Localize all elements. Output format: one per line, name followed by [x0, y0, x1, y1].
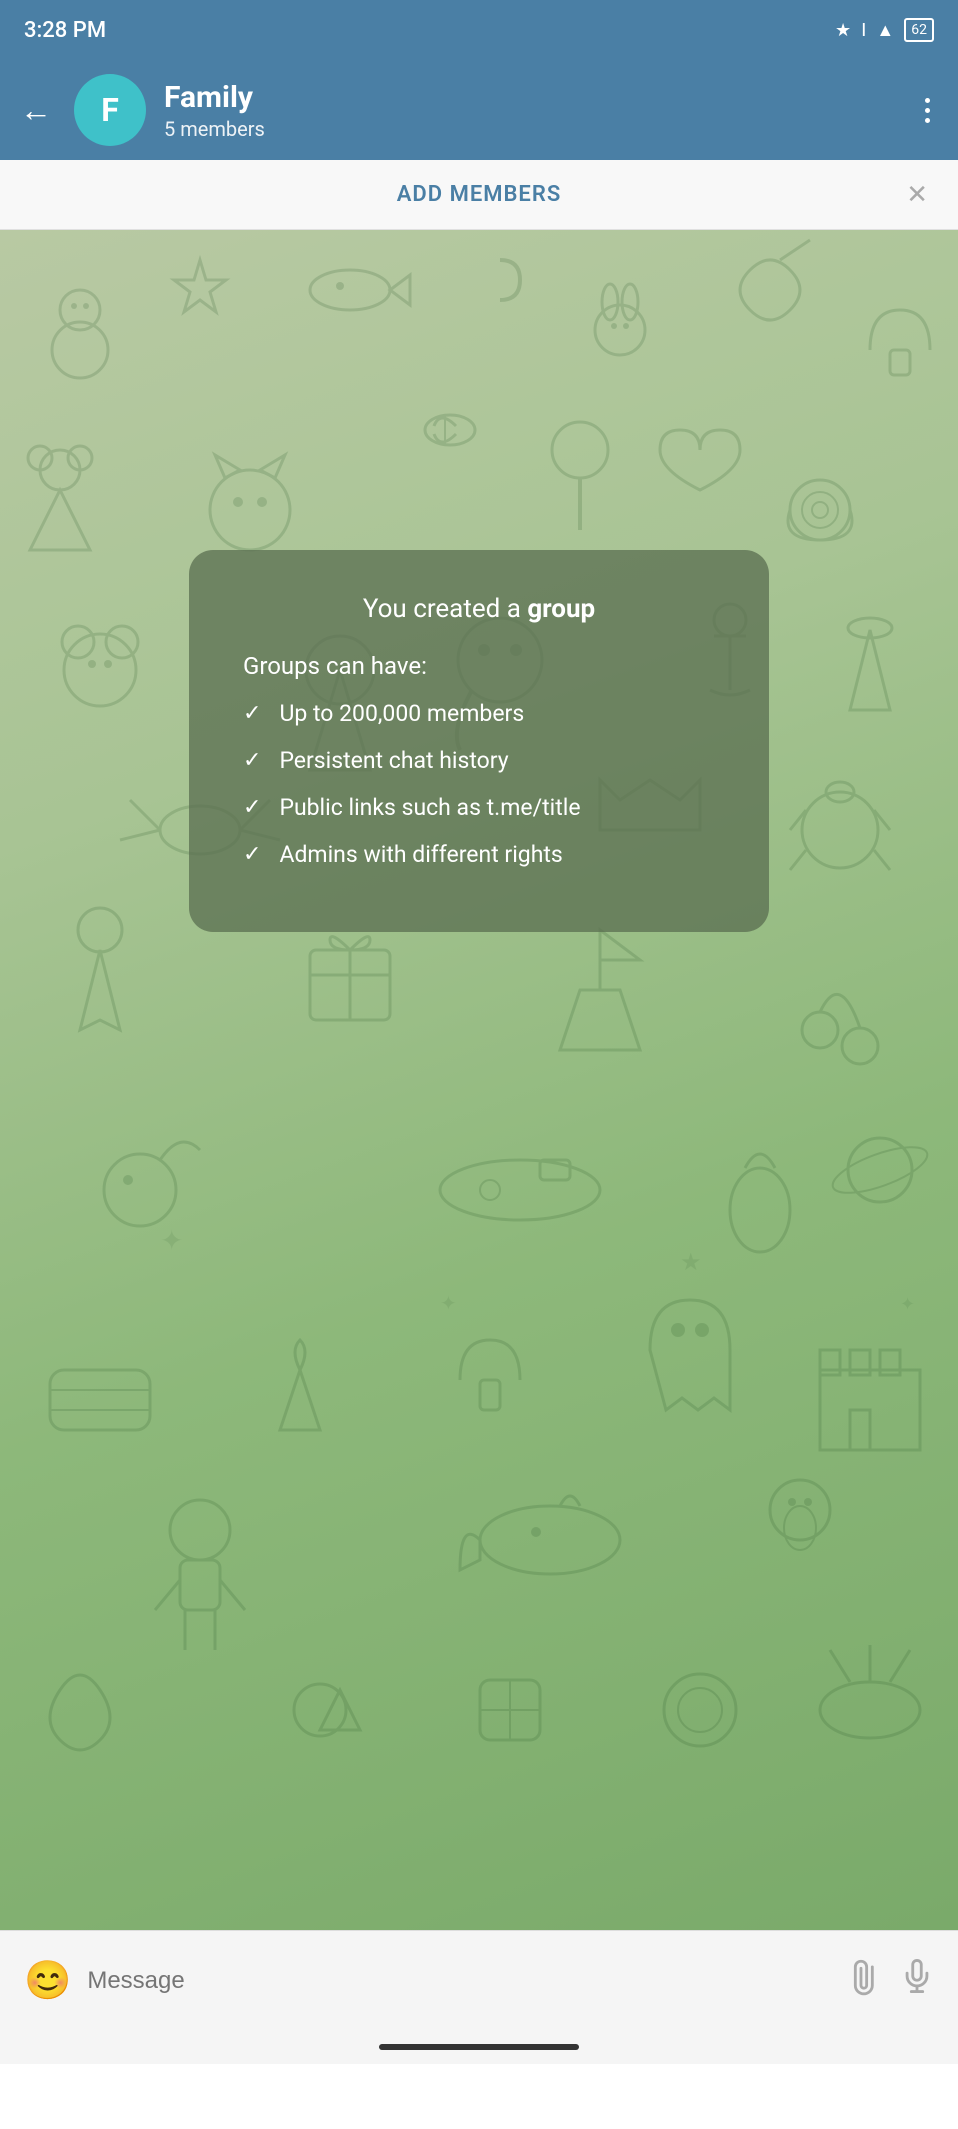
info-title-plain: You created a [363, 594, 528, 624]
doodles-svg: ✦ ✦ ★ ✦ [0, 230, 958, 1930]
member-count: 5 members [164, 117, 899, 141]
avatar: F [74, 74, 146, 146]
add-members-bar: ADD MEMBERS ✕ [0, 160, 958, 230]
pattern-overlay: ✦ ✦ ★ ✦ [0, 230, 958, 1930]
dot1 [925, 98, 930, 103]
info-card-title: You created a group [243, 594, 715, 624]
chat-background: ✦ ✦ ★ ✦ [0, 230, 958, 1930]
checkmark-icon-2: ✓ [243, 748, 261, 773]
home-bar [379, 2044, 579, 2050]
svg-text:✦: ✦ [900, 1294, 915, 1315]
feature-item-1: ✓ Up to 200,000 members [243, 700, 715, 727]
message-input[interactable] [87, 1967, 834, 1995]
bluetooth-icon: ★ [835, 20, 851, 41]
feature-item-4: ✓ Admins with different rights [243, 841, 715, 868]
add-members-label[interactable]: ADD MEMBERS [30, 182, 928, 207]
signal-icon: Ⅰ [861, 20, 866, 41]
svg-text:✦: ✦ [440, 1291, 457, 1315]
info-title-bold: group [527, 594, 595, 624]
svg-text:✦: ✦ [160, 1224, 183, 1257]
feature-item-2: ✓ Persistent chat history [243, 747, 715, 774]
info-card: You created a group Groups can have: ✓ U… [189, 550, 769, 932]
features-label: Groups can have: [243, 652, 715, 680]
feature-text-1: Up to 200,000 members [279, 700, 524, 727]
dot2 [925, 108, 930, 113]
microphone-button[interactable] [900, 1959, 934, 2002]
chat-header: ← F Family 5 members [0, 60, 958, 160]
checkmark-icon-1: ✓ [243, 701, 261, 726]
back-button[interactable]: ← [20, 91, 52, 129]
checkmark-icon-3: ✓ [243, 795, 261, 820]
battery-indicator: 62 [904, 18, 934, 42]
status-time: 3:28 PM [24, 18, 106, 43]
status-icons: ★ Ⅰ ▲ 62 [835, 18, 934, 42]
feature-text-3: Public links such as t.me/title [279, 794, 580, 821]
checkmark-icon-4: ✓ [243, 842, 261, 867]
status-bar: 3:28 PM ★ Ⅰ ▲ 62 [0, 0, 958, 60]
wifi-icon: ▲ [876, 20, 894, 41]
home-indicator [0, 2030, 958, 2064]
close-button[interactable]: ✕ [906, 180, 928, 210]
header-info: Family 5 members [164, 80, 899, 141]
dot3 [925, 118, 930, 123]
feature-text-2: Persistent chat history [279, 747, 508, 774]
bottom-bar: 😊 [0, 1930, 958, 2030]
svg-text:★: ★ [680, 1248, 702, 1276]
feature-item-3: ✓ Public links such as t.me/title [243, 794, 715, 821]
emoji-button[interactable]: 😊 [24, 1959, 71, 2003]
group-name: Family [164, 80, 899, 115]
more-options-button[interactable] [917, 90, 938, 131]
attach-button[interactable] [840, 1953, 894, 2007]
feature-text-4: Admins with different rights [279, 841, 562, 868]
